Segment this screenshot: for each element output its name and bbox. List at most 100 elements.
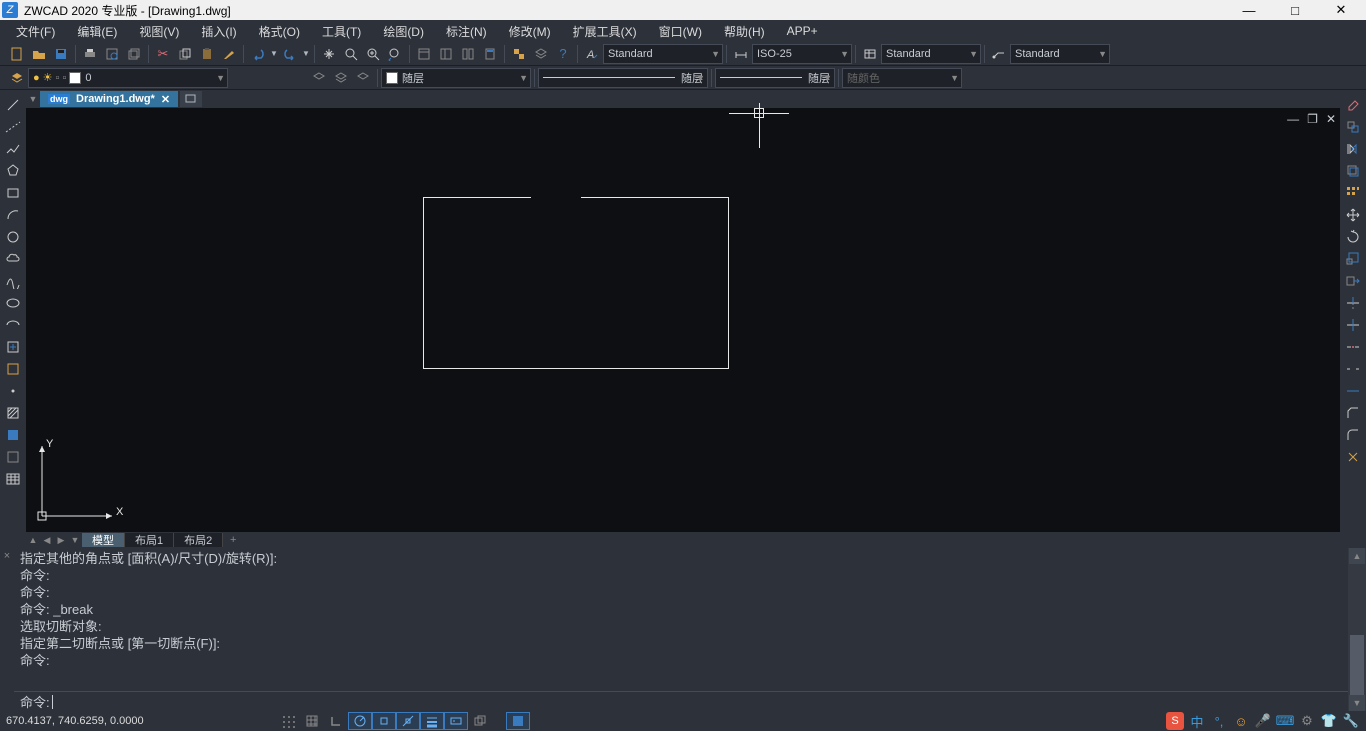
undo-dropdown-icon[interactable]: ▼ <box>269 43 279 65</box>
menu-file[interactable]: 文件(F) <box>6 21 65 42</box>
layer-previous-icon[interactable] <box>308 67 330 89</box>
paste-icon[interactable] <box>196 43 218 65</box>
scale-icon[interactable] <box>1342 248 1364 269</box>
dimstyle-combo[interactable]: ISO-25▼ <box>752 44 852 64</box>
circle-icon[interactable] <box>2 226 24 247</box>
offset-icon[interactable] <box>1342 160 1364 181</box>
table-icon[interactable] <box>2 468 24 489</box>
layout-last-icon[interactable]: ▼ <box>68 533 82 547</box>
command-input[interactable]: 命令: <box>14 691 1348 711</box>
menu-view[interactable]: 视图(V) <box>129 21 189 42</box>
ime-settings-icon[interactable]: ⚙ <box>1298 712 1316 730</box>
hatch-icon[interactable] <box>2 402 24 423</box>
ellipse-icon[interactable] <box>2 292 24 313</box>
ime-logo-icon[interactable]: S <box>1166 712 1184 730</box>
linetype-combo[interactable]: 随层▼ <box>538 68 708 88</box>
tab-layout2[interactable]: 布局2 <box>174 533 223 547</box>
textstyle-combo[interactable]: Standard▼ <box>603 44 723 64</box>
break-at-point-icon[interactable] <box>1342 336 1364 357</box>
array-icon[interactable] <box>1342 182 1364 203</box>
insert-block-icon[interactable] <box>2 336 24 357</box>
plotstyle-combo[interactable]: 随颜色▼ <box>842 68 962 88</box>
command-history[interactable]: 指定其他的角点或 [面积(A)/尺寸(D)/旋转(R)]: 命令: 命令: 命令… <box>14 548 1348 691</box>
close-button[interactable]: ✕ <box>1318 0 1364 20</box>
rotate-icon[interactable] <box>1342 226 1364 247</box>
properties-icon[interactable] <box>413 43 435 65</box>
add-layout-button[interactable]: + <box>223 534 243 546</box>
osnap-icon[interactable] <box>372 712 396 730</box>
menu-edit[interactable]: 编辑(E) <box>67 21 127 42</box>
join-icon[interactable] <box>1342 380 1364 401</box>
tab-close-icon[interactable]: ✕ <box>161 93 170 106</box>
ime-keyboard-icon[interactable]: ⌨ <box>1276 712 1294 730</box>
calculator-icon[interactable] <box>479 43 501 65</box>
publish-icon[interactable] <box>123 43 145 65</box>
break-icon[interactable] <box>1342 358 1364 379</box>
menu-format[interactable]: 格式(O) <box>249 21 310 42</box>
cmdwin-close-icon[interactable]: × <box>0 548 14 711</box>
scroll-thumb[interactable] <box>1350 635 1364 695</box>
rectangle-icon[interactable] <box>2 182 24 203</box>
layout-prev-icon[interactable]: ◀ <box>40 533 54 547</box>
new-icon[interactable] <box>6 43 28 65</box>
polyline-icon[interactable] <box>2 138 24 159</box>
extend-icon[interactable] <box>1342 314 1364 335</box>
construction-line-icon[interactable] <box>2 116 24 137</box>
save-icon[interactable] <box>50 43 72 65</box>
polygon-icon[interactable] <box>2 160 24 181</box>
redo-icon[interactable] <box>279 43 301 65</box>
dimstyle-icon[interactable] <box>730 43 752 65</box>
preview-icon[interactable] <box>101 43 123 65</box>
zoom-window-icon[interactable] <box>362 43 384 65</box>
lineweight-combo[interactable]: 随层▼ <box>715 68 835 88</box>
move-icon[interactable] <box>1342 204 1364 225</box>
polar-icon[interactable] <box>348 712 372 730</box>
ortho-icon[interactable] <box>324 712 348 730</box>
region-icon[interactable] <box>2 446 24 467</box>
menu-tools[interactable]: 工具(T) <box>312 21 371 42</box>
ime-mic-icon[interactable]: 🎤 <box>1254 712 1272 730</box>
pan-icon[interactable] <box>318 43 340 65</box>
menu-help[interactable]: 帮助(H) <box>714 21 775 42</box>
point-icon[interactable] <box>2 380 24 401</box>
tab-model[interactable]: 模型 <box>82 533 125 547</box>
menu-window[interactable]: 窗口(W) <box>649 21 712 42</box>
erase-icon[interactable] <box>1342 94 1364 115</box>
model-paper-icon[interactable] <box>492 712 506 730</box>
dyn-input-icon[interactable] <box>444 712 468 730</box>
block-icon[interactable] <box>508 43 530 65</box>
tool-palette-icon[interactable] <box>457 43 479 65</box>
spline-icon[interactable] <box>2 270 24 291</box>
trim-icon[interactable] <box>1342 292 1364 313</box>
mdi-restore-icon[interactable]: ❐ <box>1307 112 1318 126</box>
color-combo[interactable]: 随层▼ <box>381 68 531 88</box>
menu-app[interactable]: APP+ <box>777 22 828 40</box>
layout-first-icon[interactable]: ▲ <box>26 533 40 547</box>
undo-icon[interactable] <box>247 43 269 65</box>
line-icon[interactable] <box>2 94 24 115</box>
ellipse-arc-icon[interactable] <box>2 314 24 335</box>
print-icon[interactable] <box>79 43 101 65</box>
fillet-icon[interactable] <box>1342 424 1364 445</box>
redo-dropdown-icon[interactable]: ▼ <box>301 43 311 65</box>
layer-state-icon[interactable] <box>330 67 352 89</box>
doc-tab[interactable]: dwg Drawing1.dwg* ✕ <box>40 91 178 107</box>
ime-punct-icon[interactable]: °, <box>1210 712 1228 730</box>
design-center-icon[interactable] <box>435 43 457 65</box>
ime-mode-icon[interactable]: 中 <box>1188 712 1206 730</box>
help-icon[interactable]: ? <box>552 43 574 65</box>
menu-express[interactable]: 扩展工具(X) <box>563 21 647 42</box>
ime-skin-icon[interactable]: 👕 <box>1320 712 1338 730</box>
menu-dimension[interactable]: 标注(N) <box>436 21 497 42</box>
gradient-icon[interactable] <box>2 424 24 445</box>
cmd-scrollbar[interactable]: ▲ ▼ <box>1348 548 1366 711</box>
otrack-icon[interactable] <box>396 712 420 730</box>
ime-toolbox-icon[interactable]: 🔧 <box>1342 712 1360 730</box>
layer-manager-icon[interactable] <box>530 43 552 65</box>
mdi-minimize-icon[interactable]: — <box>1287 112 1299 126</box>
leaderstyle-icon[interactable] <box>988 43 1010 65</box>
stretch-icon[interactable] <box>1342 270 1364 291</box>
snap-grid-icon[interactable] <box>276 712 300 730</box>
menu-insert[interactable]: 插入(I) <box>191 21 246 42</box>
layer-combo[interactable]: ● ☀ ▫ ▫ 0 ▼ <box>28 68 228 88</box>
